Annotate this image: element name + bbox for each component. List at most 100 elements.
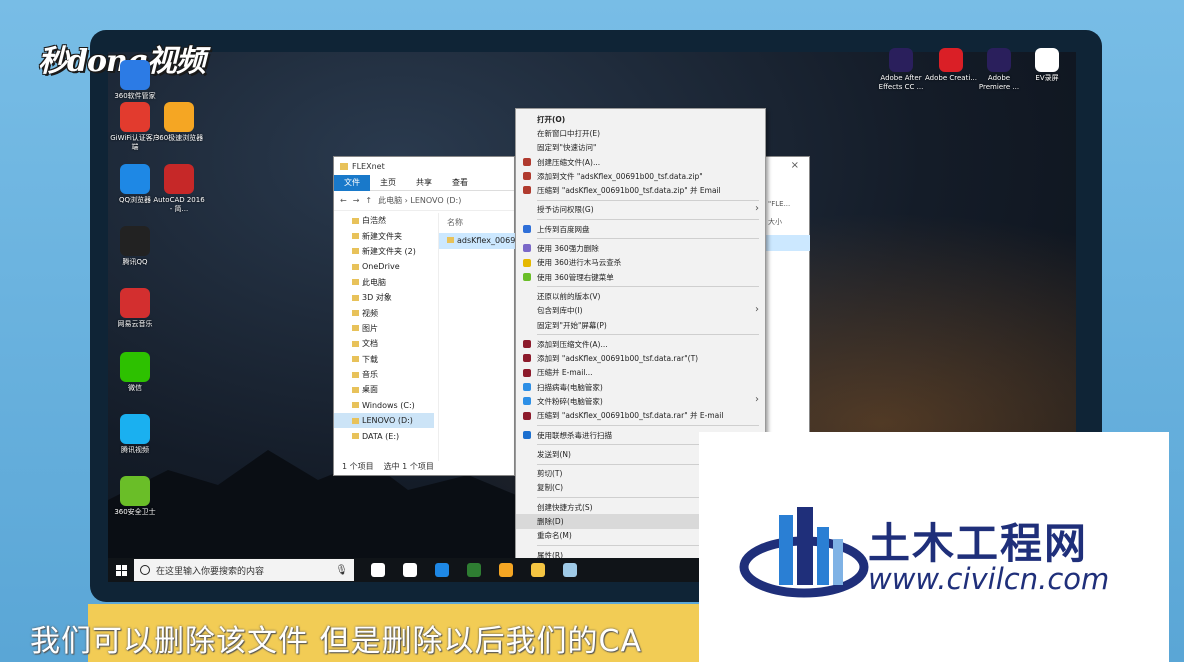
desktop-icon[interactable]: 腾讯QQ: [108, 226, 162, 267]
column-header-size[interactable]: 大小: [766, 217, 782, 227]
nav-item[interactable]: 白浩然: [334, 213, 434, 228]
netease-music-icon: [120, 288, 150, 318]
nav-item-label: 图片: [362, 323, 378, 333]
back-arrow-icon[interactable]: ←: [340, 196, 347, 205]
desktop-icon[interactable]: Adobe Creati...: [924, 48, 978, 83]
folder-icon: [352, 310, 359, 317]
nav-item[interactable]: 桌面: [334, 382, 434, 397]
chevron-right-icon: ›: [755, 303, 759, 315]
taskbar-app[interactable]: [458, 558, 490, 582]
navigation-pane: 白浩然 新建文件夹 新建文件夹 (2) OneDrive 此电脑 3D 对象 视频图片文档下…: [334, 213, 434, 461]
up-arrow-icon[interactable]: ↑: [365, 196, 372, 205]
address-bar[interactable]: ← → ↑ 此电脑 › LENOVO (D:): [334, 191, 514, 211]
context-menu-item[interactable]: 压缩到 "adsKflex_00691b00_tsf.data.rar" 并 E…: [516, 409, 765, 423]
menu-item-icon: [523, 272, 531, 281]
giwifi-icon: [120, 102, 150, 132]
window-title: FLEXnet: [352, 161, 385, 171]
context-menu-item[interactable]: 添加到文件 "adsKflex_00691b00_tsf.data.zip": [516, 169, 765, 183]
context-menu-item[interactable]: 固定到"开始"屏幕(P): [516, 318, 765, 332]
desktop-icon[interactable]: AutoCAD 2016 - 简...: [152, 164, 206, 214]
menu-item-icon: [523, 244, 531, 253]
context-menu-item[interactable]: 使用 360管理右键菜单: [516, 270, 765, 284]
edge-icon: [435, 563, 449, 577]
taskbar-app[interactable]: [522, 558, 554, 582]
nav-item[interactable]: DATA (E:): [334, 428, 434, 443]
menu-item-label: 重命名(M): [537, 531, 572, 541]
context-menu-item[interactable]: 使用 360进行木马云查杀: [516, 256, 765, 270]
nav-item-label: Windows (C:): [362, 400, 415, 410]
taskbar-app[interactable]: [362, 558, 394, 582]
nav-item[interactable]: 下载: [334, 352, 434, 367]
nav-item[interactable]: 新建文件夹: [334, 228, 434, 243]
nav-item[interactable]: 图片: [334, 321, 434, 336]
context-menu-item[interactable]: 使用 360强力删除: [516, 241, 765, 255]
menu-item-label: 删除(D): [537, 517, 564, 527]
nav-item[interactable]: 视频: [334, 305, 434, 320]
desktop-icon[interactable]: 腾讯视频: [108, 414, 162, 455]
360-browser-icon: [164, 102, 194, 132]
menu-item-label: 打开(O): [537, 114, 566, 124]
watermark-url: www.civilcn.com: [868, 562, 1110, 596]
desktop-icon[interactable]: EV录屏: [1020, 48, 1074, 83]
windows-start-button[interactable]: [108, 558, 134, 582]
taskbar-app[interactable]: [554, 558, 586, 582]
menu-separator: [537, 334, 759, 336]
nav-item[interactable]: 3D 对象: [334, 290, 434, 305]
close-icon[interactable]: ×: [791, 160, 799, 171]
file-explorer-window[interactable]: FLEXnet 文件 主页 共享 查看 ← → ↑ 此电脑 › LENOVO (D:)…: [333, 156, 516, 476]
menu-item-label: 使用 360强力删除: [537, 244, 599, 254]
taskbar-app[interactable]: [426, 558, 458, 582]
menu-item-label: 在新窗口中打开(E): [537, 128, 601, 138]
context-menu-item[interactable]: 压缩并 E-mail...: [516, 366, 765, 380]
context-menu-item[interactable]: 在新窗口中打开(E): [516, 126, 765, 140]
search-field-hint[interactable]: "FLE...: [766, 197, 810, 211]
microphone-icon[interactable]: 🎙: [335, 565, 348, 576]
nav-item[interactable]: 文档: [334, 336, 434, 351]
column-header-name[interactable]: 名称: [439, 213, 516, 233]
forward-arrow-icon[interactable]: →: [353, 196, 360, 205]
menu-item-label: 固定到"开始"屏幕(P): [537, 320, 607, 330]
context-menu-item[interactable]: 打开(O): [516, 112, 765, 126]
ribbon-tab[interactable]: 查看: [442, 175, 478, 191]
context-menu-item[interactable]: 包含到库中(I) ›: [516, 304, 765, 318]
taskbar-search-box[interactable]: 在这里输入你要搜索的内容 🎙: [134, 559, 354, 581]
context-menu-item[interactable]: 创建压缩文件(A)...: [516, 155, 765, 169]
context-menu-item[interactable]: 授予访问权限(G) ›: [516, 203, 765, 217]
nav-item[interactable]: 此电脑: [334, 275, 434, 290]
explorer-titlebar[interactable]: FLEXnet: [334, 157, 514, 175]
wechat-icon: [120, 352, 150, 382]
after-effects-icon: [889, 48, 913, 72]
ribbon-tab[interactable]: 文件: [334, 174, 370, 191]
nav-item[interactable]: LENOVO (D:): [334, 413, 434, 429]
desktop-icon[interactable]: Adobe Premiere ...: [972, 48, 1026, 92]
menu-item-icon: [523, 157, 531, 166]
file-row-selected[interactable]: adsKflex_00691b: [439, 233, 516, 249]
nav-item[interactable]: 音乐: [334, 367, 434, 382]
nav-item[interactable]: 新建文件夹 (2): [334, 244, 434, 259]
desktop-icon[interactable]: 360极速浏览器: [152, 102, 206, 143]
context-menu-item[interactable]: 上传到百度网盘: [516, 222, 765, 236]
desktop-icon[interactable]: 360安全卫士: [108, 476, 162, 517]
desktop-icon[interactable]: Adobe After Effects CC ...: [874, 48, 928, 92]
context-menu-item[interactable]: 还原以前的版本(V): [516, 289, 765, 303]
creative-cloud-icon: [939, 48, 963, 72]
context-menu-item[interactable]: 固定到"快速访问": [516, 141, 765, 155]
ribbon-tab[interactable]: 共享: [406, 175, 442, 191]
desktop-icon[interactable]: 360软件管家: [108, 60, 162, 101]
ribbon-tab[interactable]: 主页: [370, 175, 406, 191]
nav-item[interactable]: Windows (C:): [334, 398, 434, 413]
context-menu-item[interactable]: 添加到压缩文件(A)...: [516, 337, 765, 351]
context-menu-item[interactable]: 压缩到 "adsKflex_00691b00_tsf.data.zip" 并 E…: [516, 183, 765, 197]
taskbar-app[interactable]: [490, 558, 522, 582]
nav-item-label: OneDrive: [362, 262, 400, 272]
nav-item-label: 此电脑: [362, 277, 386, 287]
taskbar-app[interactable]: [394, 558, 426, 582]
context-menu-item[interactable]: 文件粉碎(电脑管家) ›: [516, 394, 765, 408]
folder-icon: [352, 402, 359, 409]
desktop-icon[interactable]: 微信: [108, 352, 162, 393]
address-path[interactable]: 此电脑 › LENOVO (D:): [378, 195, 461, 206]
context-menu-item[interactable]: 扫描病毒(电脑管家): [516, 380, 765, 394]
context-menu-item[interactable]: 添加到 "adsKflex_00691b00_tsf.data.rar"(T): [516, 351, 765, 365]
desktop-icon[interactable]: 网易云音乐: [108, 288, 162, 329]
nav-item[interactable]: OneDrive: [334, 259, 434, 274]
